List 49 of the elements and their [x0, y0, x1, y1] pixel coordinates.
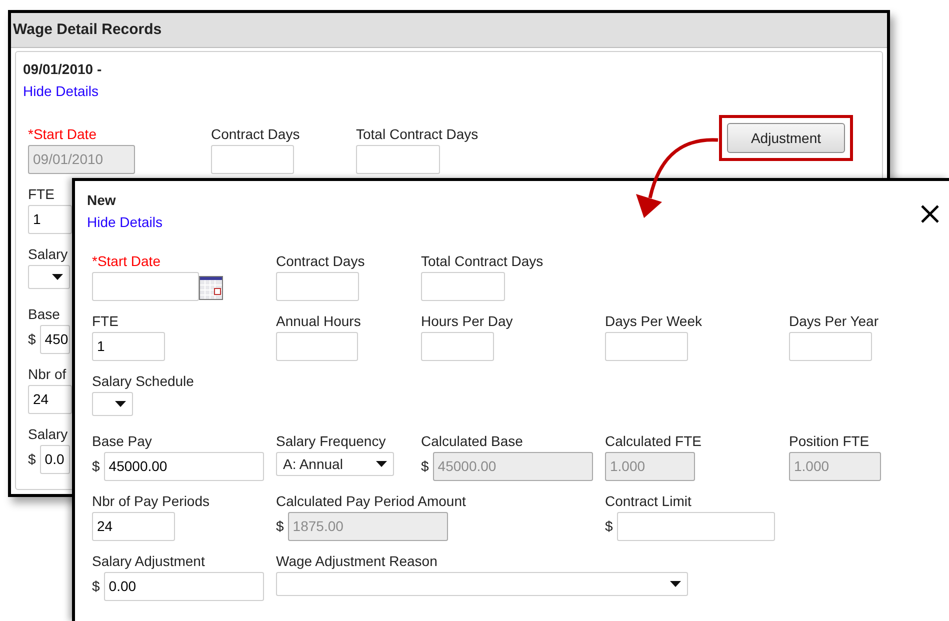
field-label: *Start Date — [28, 126, 96, 142]
field-label: Base — [28, 306, 60, 322]
field-label: Salary Schedule — [92, 373, 194, 389]
field-label: Salary — [28, 246, 68, 262]
currency-symbol: $ — [28, 330, 36, 349]
input-field[interactable]: 0.0 — [40, 445, 70, 474]
window-title: Wage Detail Records — [13, 20, 162, 40]
input-field[interactable]: 0.00 — [104, 572, 264, 601]
currency-symbol: $ — [92, 457, 100, 476]
currency-symbol: $ — [276, 517, 284, 536]
field-label: Total Contract Days — [356, 126, 478, 142]
field-label: *Start Date — [92, 253, 160, 269]
field-label: FTE — [92, 313, 118, 329]
field-label: Calculated Pay Period Amount — [276, 493, 466, 509]
input-field[interactable]: 1 — [92, 332, 165, 361]
field-label: Salary Adjustment — [92, 553, 205, 569]
field-label: Total Contract Days — [421, 253, 544, 269]
record-date: 09/01/2010 - — [23, 61, 102, 77]
field-label: Nbr of Pay Periods — [92, 493, 210, 509]
dropdown[interactable]: A: Annual — [276, 452, 394, 476]
field-label: FTE — [28, 186, 54, 202]
field-label: Calculated FTE — [605, 433, 702, 449]
currency-symbol: $ — [28, 450, 36, 469]
field-label: Contract Limit — [605, 493, 692, 509]
field-label: Wage Adjustment Reason — [276, 553, 438, 569]
field-label: Calculated Base — [421, 433, 523, 449]
hide-details-link[interactable]: Hide Details — [23, 83, 98, 99]
input-field[interactable]: 45000.00 — [104, 452, 264, 481]
field-label: Salary Frequency — [276, 433, 386, 449]
field-label: Base Pay — [92, 433, 152, 449]
currency-symbol: $ — [92, 577, 100, 596]
adjustment-button[interactable]: Adjustment — [727, 123, 845, 153]
input-field[interactable]: 24 — [92, 512, 175, 541]
input-field[interactable]: 24 — [28, 385, 72, 414]
hide-details-link[interactable]: Hide Details — [87, 214, 162, 230]
field-label: Contract Days — [276, 253, 365, 269]
field-label: Nbr of — [28, 366, 66, 382]
dialog-title: New — [87, 192, 116, 208]
field-label: Contract Days — [211, 126, 300, 142]
field-label: Days Per Week — [605, 313, 702, 329]
field-label: Position FTE — [789, 433, 870, 449]
currency-symbol: $ — [605, 517, 613, 536]
input-field[interactable]: 450 — [40, 325, 70, 354]
field-label: Days Per Year — [789, 313, 878, 329]
field-label: Salary — [28, 426, 68, 442]
currency-symbol: $ — [421, 457, 429, 476]
field-label: Hours Per Day — [421, 313, 513, 329]
field-label: Annual Hours — [276, 313, 361, 329]
input-field[interactable]: 1 — [28, 205, 72, 234]
